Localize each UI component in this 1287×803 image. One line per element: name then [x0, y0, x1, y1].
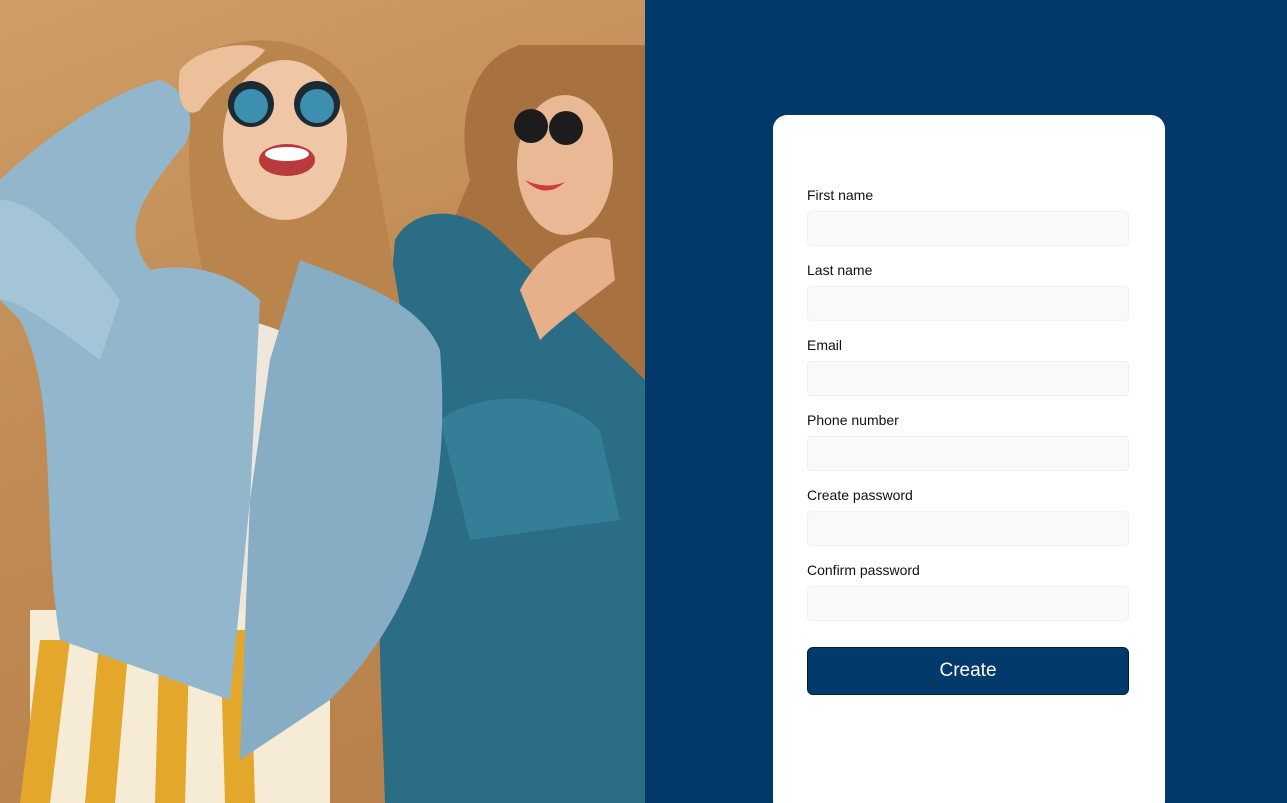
- phone-input[interactable]: [807, 436, 1129, 471]
- last-name-group: Last name: [807, 262, 1130, 321]
- last-name-label: Last name: [807, 262, 873, 278]
- create-button[interactable]: Create: [807, 647, 1129, 695]
- first-name-label: First name: [807, 187, 874, 203]
- hero-photo: [0, 0, 645, 803]
- create-password-input[interactable]: [807, 511, 1129, 546]
- signup-card: First name Last name Email Phone number …: [773, 115, 1165, 803]
- phone-group: Phone number: [807, 412, 1130, 471]
- first-name-group: First name: [807, 187, 1130, 246]
- email-label: Email: [807, 337, 843, 353]
- sunglasses-right: [514, 109, 548, 143]
- last-name-input[interactable]: [807, 286, 1129, 321]
- form-panel: First name Last name Email Phone number …: [645, 0, 1287, 803]
- create-password-label: Create password: [807, 487, 913, 503]
- email-group: Email: [807, 337, 1130, 396]
- confirm-password-input[interactable]: [807, 586, 1129, 621]
- create-password-group: Create password: [807, 487, 1130, 546]
- confirm-password-label: Confirm password: [807, 562, 920, 578]
- phone-label: Phone number: [807, 412, 899, 428]
- hero-illustration: [0, 40, 645, 803]
- signup-page: First name Last name Email Phone number …: [0, 0, 1287, 803]
- first-name-input[interactable]: [807, 211, 1129, 246]
- confirm-password-group: Confirm password: [807, 562, 1130, 621]
- email-input[interactable]: [807, 361, 1129, 396]
